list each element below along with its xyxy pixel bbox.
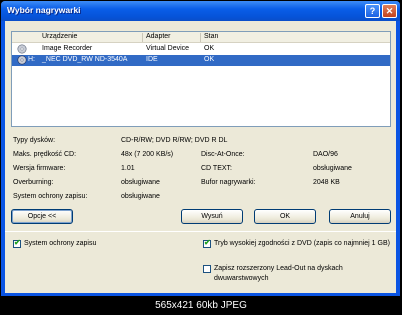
dialog-body: Urządzenie Adapter Stan Image Recorder V…	[5, 21, 396, 293]
cd-text-label: CD TEXT:	[201, 165, 232, 172]
screenshot-frame: Wybór nagrywarki ? ✕ Urządzenie Adapter …	[0, 0, 402, 315]
ok-button[interactable]: OK	[254, 209, 316, 224]
checkmark-icon: ✔	[14, 238, 21, 247]
close-button[interactable]: ✕	[382, 4, 397, 18]
checkmark-icon: ✔	[204, 238, 211, 247]
options-button[interactable]: Opcje <<	[11, 209, 73, 224]
column-adapter[interactable]: Adapter	[146, 33, 171, 40]
overburning-value: obsługiwane	[121, 179, 160, 186]
column-separator[interactable]	[200, 33, 201, 42]
max-speed-label: Maks. prędkość CD:	[13, 151, 77, 158]
device-status: OK	[204, 45, 215, 52]
list-item-selected[interactable]: H: _NEC DVD_RW ND-3540A IDE OK	[12, 55, 390, 66]
disc-types-label: Typy dysków:	[13, 137, 56, 144]
recorder-list[interactable]: Urządzenie Adapter Stan Image Recorder V…	[11, 31, 391, 127]
buffer-label: Bufor nagrywarki:	[201, 179, 256, 186]
column-status[interactable]: Stan	[204, 33, 218, 40]
firmware-label: Wersja firmware:	[13, 165, 66, 172]
drive-letter: H:	[28, 56, 35, 63]
window-title: Wybór nagrywarki	[7, 5, 81, 15]
disc-at-once-label: Disc-At-Once:	[201, 151, 245, 158]
overburning-label: Overburning:	[13, 179, 54, 186]
protection-checkbox-label[interactable]: System ochrony zapisu	[24, 239, 96, 249]
device-adapter: Virtual Device	[146, 45, 190, 52]
lead-out-checkbox-label[interactable]: Zapisz rozszerzony Lead-Out na dyskach d…	[214, 264, 392, 284]
device-status: OK	[204, 56, 215, 63]
protection-checkbox[interactable]: ✔	[13, 238, 21, 248]
column-separator[interactable]	[142, 33, 143, 42]
disc-drive-icon	[17, 55, 27, 65]
firmware-value: 1.01	[121, 165, 135, 172]
cancel-button[interactable]: Anuluj	[329, 209, 391, 224]
column-device[interactable]: Urządzenie	[42, 33, 77, 40]
image-caption: 565x421 60kb JPEG	[155, 300, 247, 311]
title-bar[interactable]: Wybór nagrywarki ? ✕	[1, 1, 400, 21]
list-item[interactable]: Image Recorder Virtual Device OK	[12, 44, 390, 55]
dialog-window: Wybór nagrywarki ? ✕ Urządzenie Adapter …	[1, 1, 400, 296]
dvd-compat-checkbox-label[interactable]: Tryb wysokiej zgodności z DVD (zapis co …	[214, 239, 392, 249]
disc-drive-icon	[17, 44, 27, 54]
help-button[interactable]: ?	[365, 4, 380, 18]
list-header: Urządzenie Adapter Stan	[12, 32, 390, 43]
buffer-value: 2048 KB	[313, 179, 340, 186]
device-name: Image Recorder	[42, 45, 93, 52]
lead-out-checkbox[interactable]	[203, 265, 211, 273]
max-speed-value: 48x (7 200 KB/s)	[121, 151, 174, 158]
protection-label: System ochrony zapisu:	[13, 193, 88, 200]
device-adapter: IDE	[146, 56, 158, 63]
eject-button[interactable]: Wysuń	[181, 209, 243, 224]
cd-text-value: obsługiwane	[313, 165, 352, 172]
options-divider	[5, 231, 396, 232]
dvd-compat-checkbox[interactable]: ✔	[203, 238, 211, 248]
disc-at-once-value: DAO/96	[313, 151, 338, 158]
device-name: _NEC DVD_RW ND-3540A	[42, 56, 128, 63]
protection-value: obsługiwane	[121, 193, 160, 200]
disc-types-value: CD-R/RW; DVD R/RW; DVD R DL	[121, 137, 228, 144]
